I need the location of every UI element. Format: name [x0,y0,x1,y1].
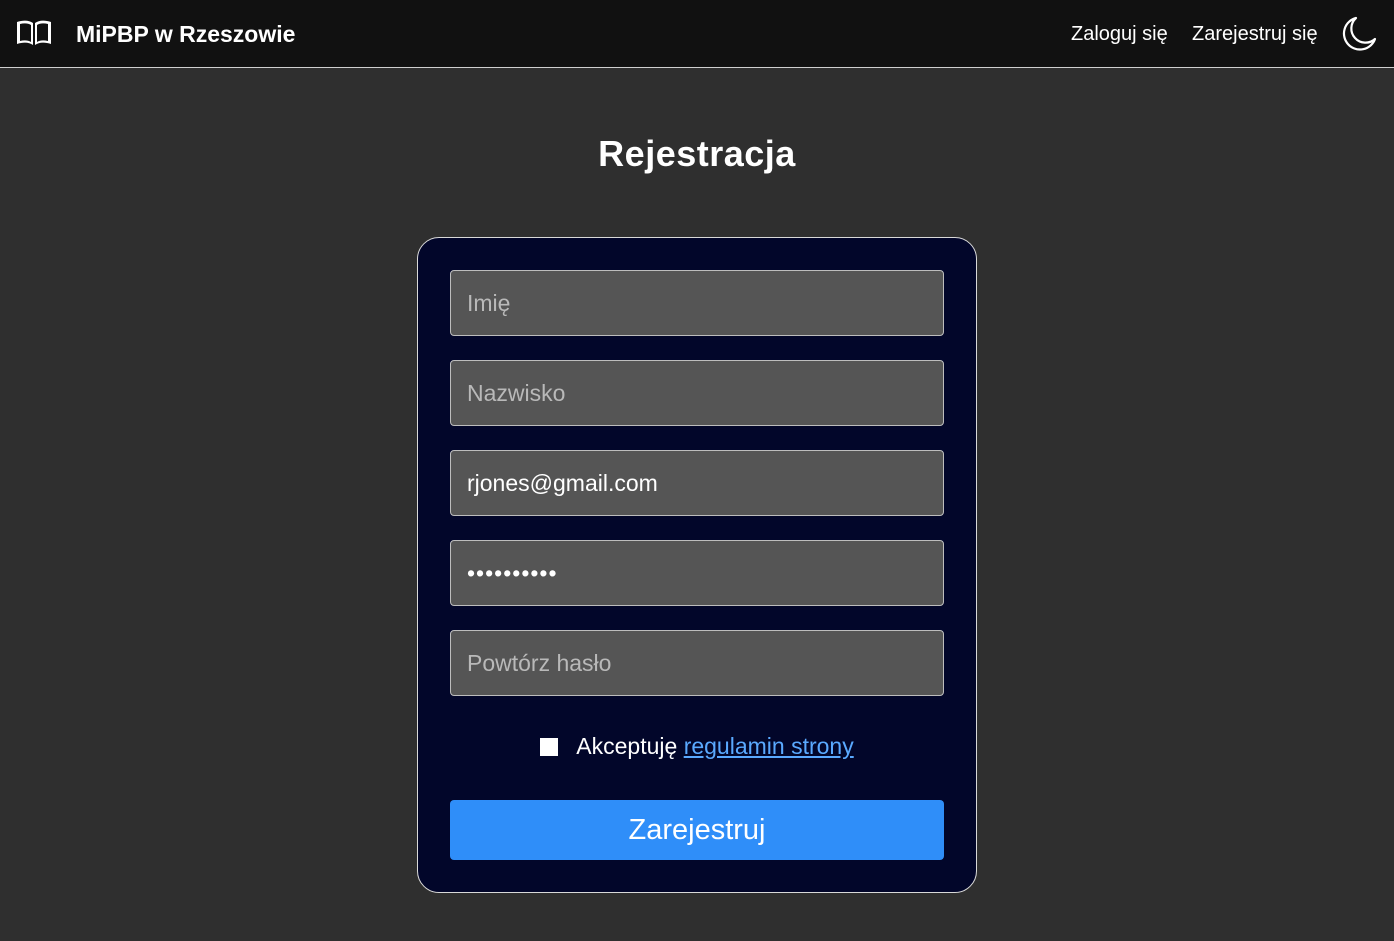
moon-icon[interactable] [1340,15,1378,53]
login-link[interactable]: Zaloguj się [1071,22,1168,46]
open-book-icon[interactable] [15,17,53,49]
first-name-input[interactable] [450,270,944,336]
top-navbar: MiPBP w Rzeszowie Zaloguj się Zarejestru… [0,0,1394,68]
password-input[interactable] [450,540,944,606]
terms-link[interactable]: regulamin strony [684,733,854,759]
brand-name[interactable]: MiPBP w Rzeszowie [76,20,295,48]
terms-row: Akceptuję regulamin strony [418,732,976,760]
repeat-password-input[interactable] [450,630,944,696]
email-input[interactable] [450,450,944,516]
terms-checkbox[interactable] [540,738,559,756]
last-name-input[interactable] [450,360,944,426]
register-button[interactable]: Zarejestruj [450,800,944,860]
page-title: Rejestracja [598,133,796,174]
register-link[interactable]: Zarejestruj się [1192,22,1318,46]
registration-form: Akceptuję regulamin strony Zarejestruj [417,237,977,893]
terms-label: Akceptuję [576,733,678,759]
